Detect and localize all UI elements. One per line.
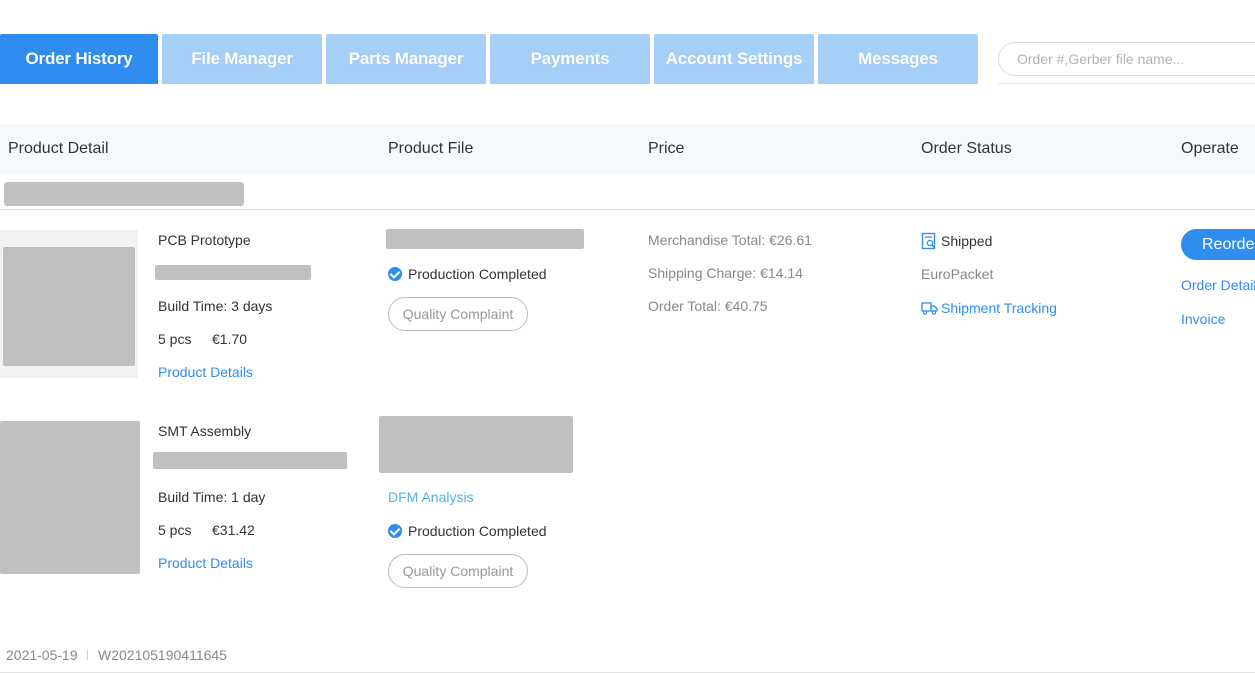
- order-status: Shipped: [921, 232, 992, 250]
- order-details-link[interactable]: Order Details: [1181, 277, 1255, 293]
- tab-divider: [998, 83, 1255, 84]
- header-price: Price: [648, 140, 685, 157]
- redacted-item-info: [155, 265, 311, 280]
- production-status-label: Production Completed: [408, 523, 547, 539]
- redacted-item-info: [153, 452, 347, 469]
- header-product-file: Product File: [388, 140, 474, 157]
- shipped-doc-icon: [921, 232, 936, 250]
- production-status-label: Production Completed: [408, 266, 547, 282]
- header-operate: Operate: [1181, 140, 1239, 157]
- invoice-link[interactable]: Invoice: [1181, 311, 1225, 327]
- item-name: SMT Assembly: [158, 423, 252, 439]
- product-thumbnail: [0, 421, 140, 574]
- shipping-carrier: EuroPacket: [921, 266, 994, 282]
- item-qty: 5 pcs: [158, 331, 192, 347]
- quality-complaint-button[interactable]: Quality Complaint: [388, 554, 528, 588]
- quality-complaint-button[interactable]: Quality Complaint: [388, 297, 528, 331]
- product-details-link[interactable]: Product Details: [158, 555, 253, 571]
- item-qty: 5 pcs: [158, 522, 192, 538]
- footer-separator: [87, 649, 88, 660]
- build-time: Build Time: 3 days: [158, 298, 273, 314]
- header-order-status: Order Status: [921, 140, 1012, 157]
- table-header: Product Detail Product File Price Order …: [0, 124, 1255, 174]
- redacted-order-info: [4, 182, 244, 206]
- build-time: Build Time: 1 day: [158, 489, 266, 505]
- check-circle-icon: [388, 267, 402, 281]
- dfm-analysis-link[interactable]: DFM Analysis: [388, 489, 474, 505]
- tab-messages[interactable]: Messages: [818, 34, 978, 84]
- tab-order-history[interactable]: Order History: [0, 34, 158, 84]
- tab-file-manager[interactable]: File Manager: [162, 34, 322, 84]
- merchandise-total: Merchandise Total: €26.61: [648, 232, 812, 248]
- header-product-detail: Product Detail: [8, 140, 109, 157]
- item-name: PCB Prototype: [158, 232, 251, 248]
- redacted-file-name: [386, 229, 584, 249]
- shipping-charge: Shipping Charge: €14.14: [648, 265, 803, 281]
- shipment-tracking-link[interactable]: Shipment Tracking: [921, 300, 1057, 316]
- check-circle-icon: [388, 524, 402, 538]
- truck-icon: [921, 302, 938, 315]
- tab-payments[interactable]: Payments: [490, 34, 650, 84]
- product-thumbnail: [3, 247, 135, 366]
- production-status: Production Completed: [388, 523, 547, 539]
- item-unit-price: €1.70: [212, 331, 248, 347]
- tab-account-settings[interactable]: Account Settings: [654, 34, 814, 84]
- tab-parts-manager[interactable]: Parts Manager: [326, 34, 486, 84]
- product-details-link[interactable]: Product Details: [158, 364, 253, 380]
- redacted-file-preview: [379, 416, 573, 473]
- shipment-tracking-label: Shipment Tracking: [941, 300, 1057, 316]
- status-label: Shipped: [941, 233, 993, 249]
- row-divider: [0, 209, 1255, 210]
- order-number: W202105190411645: [98, 647, 227, 663]
- order-date: 2021-05-19: [6, 647, 78, 663]
- item-unit-price: €31.42: [212, 522, 255, 538]
- production-status: Production Completed: [388, 266, 547, 282]
- search-input[interactable]: [998, 42, 1255, 76]
- reorder-button[interactable]: Reorder: [1181, 229, 1255, 260]
- order-total: Order Total: €40.75: [648, 298, 768, 314]
